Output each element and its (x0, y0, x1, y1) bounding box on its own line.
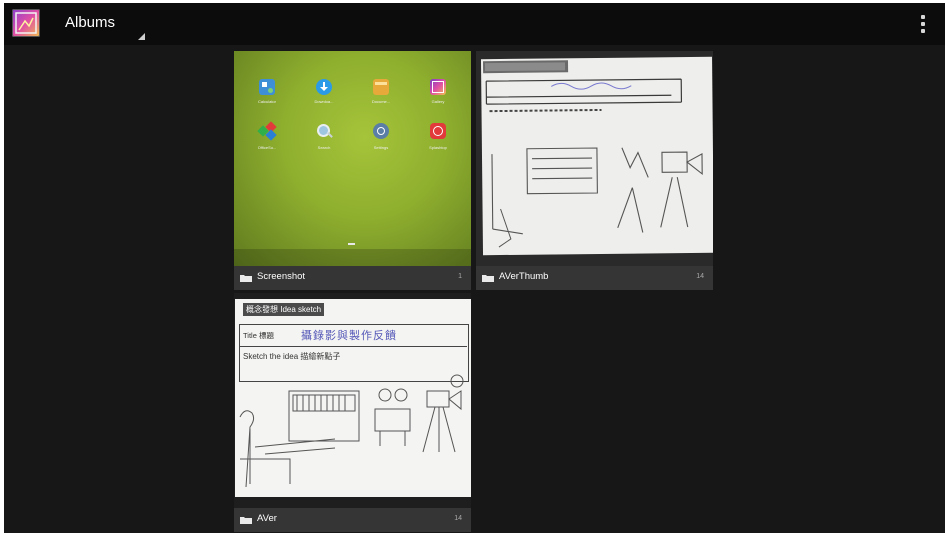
album-label-bar: Screenshot 1 (234, 266, 471, 290)
album-count: 1 (458, 273, 462, 280)
app-label: Gallery (431, 99, 445, 104)
dock-shade (234, 249, 471, 266)
splashtop-icon (430, 123, 446, 139)
album-thumbnail: Calculator Downloa... Docume... Gallery … (234, 51, 471, 266)
gallery-icon[interactable] (12, 9, 40, 37)
overflow-menu-icon[interactable] (913, 11, 933, 37)
search-icon (316, 123, 333, 139)
album-thumbnail (476, 51, 713, 266)
gallery-icon (430, 79, 446, 95)
app-label: Settings (373, 145, 389, 150)
album-label-bar: AVer 14 (234, 508, 471, 532)
action-bar: Albums (4, 3, 945, 45)
album-thumbnail: 概念發想 Idea sketch Title 標題 攝錄影與製作反饋 Sketc… (234, 293, 471, 508)
app-label: Calculator (257, 99, 276, 104)
spinner-arrow-icon (138, 33, 145, 40)
album-name: Screenshot (257, 271, 306, 282)
albums-title-spinner[interactable]: Albums (65, 14, 115, 31)
app-label: Downloa... (314, 99, 334, 104)
album-tile-screenshot[interactable]: Calculator Downloa... Docume... Gallery … (234, 51, 471, 290)
download-icon (316, 79, 332, 95)
album-count: 14 (454, 515, 462, 522)
folder-icon (482, 274, 494, 282)
app-label: Search (317, 145, 331, 150)
calculator-icon (259, 79, 275, 95)
album-name: AVerThumb (499, 271, 549, 282)
device-frame: Albums Calculator Downloa... Docume... G… (0, 0, 949, 536)
settings-icon (373, 123, 389, 139)
gallery-screen: Albums Calculator Downloa... Docume... G… (4, 3, 945, 533)
sketch-paper: 概念發想 Idea sketch Title 標題 攝錄影與製作反饋 Sketc… (235, 299, 471, 497)
page-indicator (348, 243, 355, 245)
app-label: OfficeSu... (257, 145, 277, 150)
app-label: Docume... (371, 99, 391, 104)
album-label-bar: AVerThumb 14 (476, 266, 713, 290)
documents-icon (373, 79, 389, 95)
sketch-drawing (239, 374, 464, 488)
sketch-paper (480, 56, 713, 256)
folder-icon (240, 274, 252, 282)
album-tile-averthumb[interactable]: AVerThumb 14 (476, 51, 713, 290)
folder-icon (240, 516, 252, 524)
album-name: AVer (257, 513, 277, 524)
officesuite-icon (257, 121, 277, 141)
app-label: Splashtop (429, 145, 447, 150)
album-count: 14 (696, 273, 704, 280)
album-tile-aver[interactable]: 概念發想 Idea sketch Title 標題 攝錄影與製作反饋 Sketc… (234, 293, 471, 532)
